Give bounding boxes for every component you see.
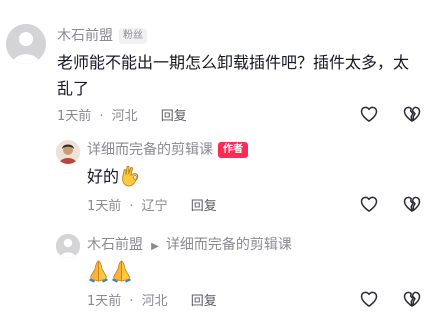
author-avatar[interactable] bbox=[56, 140, 80, 164]
reply-meta: 1天前 · 辽宁 回复 bbox=[87, 195, 217, 216]
heart-outline-icon[interactable] bbox=[359, 289, 379, 309]
heart-outline-icon[interactable] bbox=[359, 104, 379, 124]
avatar[interactable] bbox=[6, 24, 46, 64]
reply-location: 河北 bbox=[141, 294, 168, 309]
author-badge: 作者 bbox=[218, 142, 248, 158]
comment-text: 老师能不能出一期怎么卸载插件吧？插件太多，太 乱了 bbox=[57, 50, 435, 102]
reply-to-username[interactable]: 详细而完备的剪辑课 bbox=[166, 237, 292, 253]
broken-heart-outline-icon[interactable] bbox=[402, 289, 422, 309]
reply-header: 木石前盟 ▶ 详细而完备的剪辑课 bbox=[87, 234, 292, 255]
broken-heart-outline-icon[interactable] bbox=[402, 194, 422, 214]
ok-hand-emoji bbox=[122, 165, 139, 187]
reply-time: 1天前 bbox=[87, 294, 122, 309]
comment-username[interactable]: 木石前盟 bbox=[57, 26, 113, 46]
comment-location: 河北 bbox=[111, 109, 138, 124]
reply-username[interactable]: 详细而完备的剪辑课 bbox=[87, 140, 213, 160]
meta-separator: · bbox=[129, 199, 134, 214]
reply-location: 辽宁 bbox=[141, 199, 168, 214]
reply-meta: 1天前 · 河北 回复 bbox=[87, 290, 217, 311]
comment-meta: 1天前 · 河北 回复 bbox=[57, 105, 187, 126]
heart-outline-icon[interactable] bbox=[359, 194, 379, 214]
comment-time: 1天前 bbox=[57, 109, 92, 124]
reply-button[interactable]: 回复 bbox=[191, 294, 217, 309]
praying-hands-emoji bbox=[89, 260, 131, 283]
reply-text-content: 好的 bbox=[87, 167, 120, 186]
comment-text-line: 老师能不能出一期怎么卸载插件吧？插件太多，太 bbox=[57, 53, 410, 72]
reply-text bbox=[87, 259, 133, 283]
broken-heart-outline-icon[interactable] bbox=[402, 104, 422, 124]
avatar[interactable] bbox=[56, 234, 80, 258]
meta-separator: · bbox=[129, 294, 134, 309]
reply-arrow-icon: ▶ bbox=[151, 241, 159, 252]
reply-time: 1天前 bbox=[87, 199, 122, 214]
meta-separator: · bbox=[99, 109, 104, 124]
reply-button[interactable]: 回复 bbox=[161, 109, 187, 124]
reply-text: 好的 bbox=[87, 164, 143, 190]
fan-badge: 粉丝 bbox=[119, 28, 147, 44]
comment-text-line: 乱了 bbox=[57, 79, 90, 98]
reply-username[interactable]: 木石前盟 bbox=[87, 237, 143, 253]
reply-button[interactable]: 回复 bbox=[191, 199, 217, 214]
